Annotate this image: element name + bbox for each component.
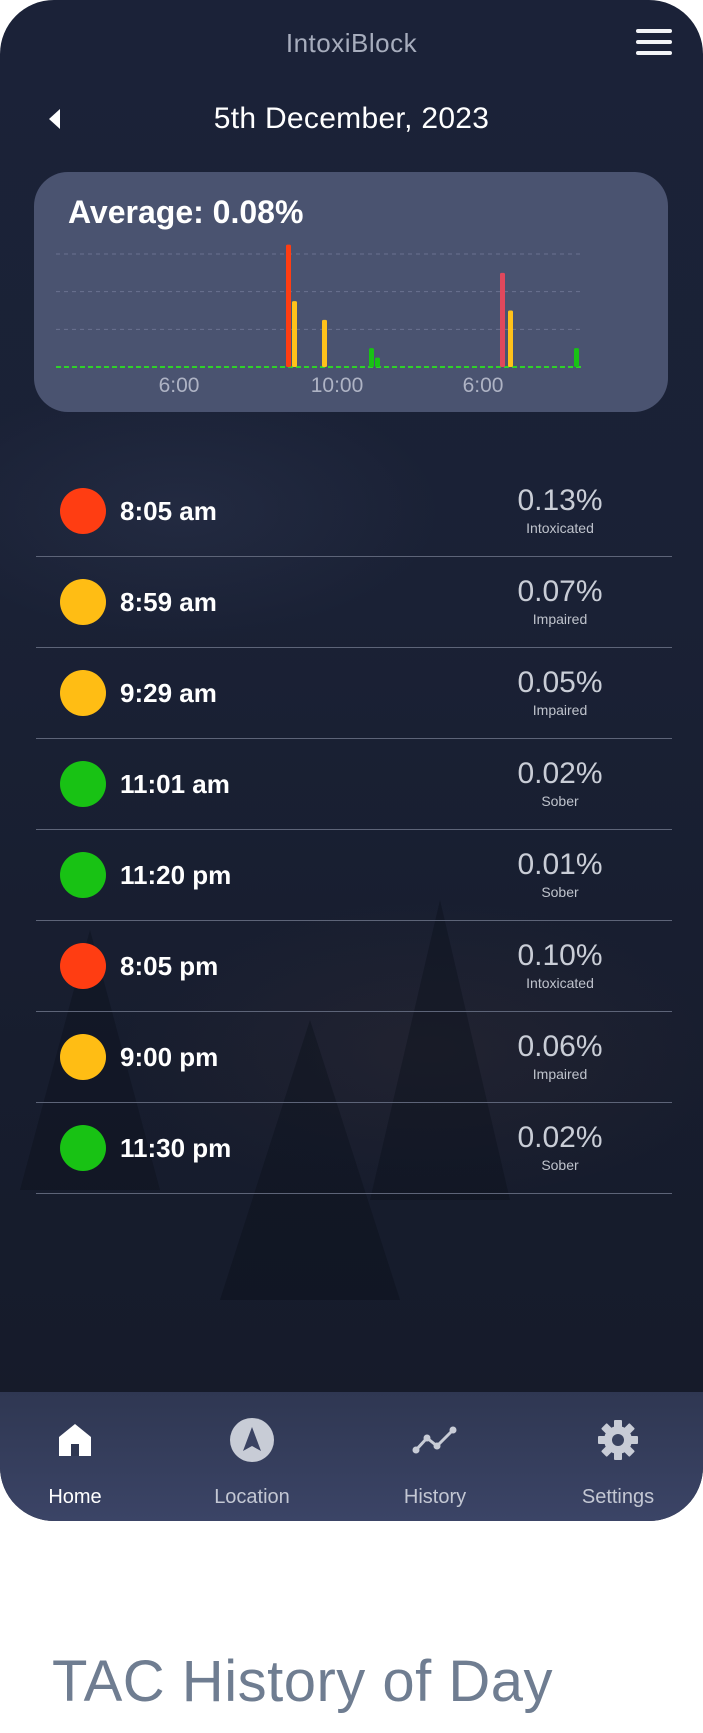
home-icon — [59, 1424, 91, 1456]
reading-row[interactable]: 11:30 pm 0.02% Sober — [36, 1103, 672, 1194]
chart-tick-label: 6:00 — [463, 374, 504, 397]
chart-bar — [375, 357, 380, 367]
menu-icon[interactable] — [636, 29, 672, 55]
nav-history[interactable]: History — [360, 1392, 510, 1521]
status-dot — [60, 1034, 106, 1080]
reading-status: Impaired — [532, 702, 588, 718]
reading-value: 0.13% — [517, 484, 603, 517]
reading-value: 0.10% — [517, 939, 603, 972]
nav-label: History — [403, 1486, 467, 1508]
reading-time: 8:59 am — [120, 587, 217, 617]
reading-row[interactable]: 8:05 pm 0.10% Intoxicated — [36, 921, 672, 1012]
nav-label: Settings — [581, 1486, 655, 1508]
tac-bar-chart: 6:00 10:00 6:00 — [56, 244, 582, 397]
nav-location[interactable]: Location — [177, 1392, 327, 1521]
trend-line-icon — [412, 1426, 457, 1454]
reading-value: 0.05% — [517, 666, 603, 699]
reading-status: Sober — [541, 1157, 579, 1173]
status-dot — [60, 943, 106, 989]
reading-row[interactable]: 11:20 pm 0.01% Sober — [36, 830, 672, 921]
gear-icon — [598, 1420, 638, 1460]
reading-row[interactable]: 8:59 am 0.07% Impaired — [36, 557, 672, 648]
reading-value: 0.02% — [517, 1121, 603, 1154]
reading-value: 0.07% — [517, 575, 603, 608]
chart-tick-label: 10:00 — [311, 374, 364, 397]
reading-time: 9:00 pm — [120, 1042, 219, 1072]
reading-time: 11:20 pm — [120, 860, 232, 890]
chart-bar — [574, 348, 579, 367]
reading-row[interactable]: 11:01 am 0.02% Sober — [36, 739, 672, 830]
reading-status: Sober — [541, 793, 579, 809]
reading-time: 8:05 pm — [120, 951, 219, 981]
reading-status: Impaired — [532, 1066, 588, 1082]
reading-value: 0.06% — [517, 1030, 603, 1063]
reading-value: 0.01% — [517, 848, 603, 881]
chart-bar — [500, 272, 505, 367]
reading-status: Impaired — [532, 611, 588, 627]
reading-time: 11:30 pm — [120, 1133, 232, 1163]
chart-tick-label: 6:00 — [159, 374, 200, 397]
caption-title: TAC History of Day — [52, 1649, 554, 1714]
navigation-icon — [230, 1418, 274, 1462]
chart-bar — [369, 348, 374, 367]
nav-label: Home — [48, 1486, 102, 1508]
status-dot — [60, 1125, 106, 1171]
tac-chart-card: Average: 0.08% 6:00 10:00 6:00 — [34, 172, 668, 412]
phone-screen: IntoxiBlock 5th December, 2023 Average: … — [0, 0, 703, 1521]
reading-row[interactable]: 9:00 pm 0.06% Impaired — [36, 1012, 672, 1103]
reading-status: Sober — [541, 884, 579, 900]
chart-bar — [508, 310, 513, 367]
reading-row[interactable]: 8:05 am 0.13% Intoxicated — [36, 466, 672, 557]
reading-value: 0.02% — [517, 757, 603, 790]
status-dot — [60, 488, 106, 534]
chart-bar — [322, 319, 327, 367]
status-dot — [60, 579, 106, 625]
date-title: 5th December, 2023 — [213, 102, 490, 135]
status-dot — [60, 670, 106, 716]
nav-settings[interactable]: Settings — [543, 1392, 693, 1521]
reading-row[interactable]: 9:29 am 0.05% Impaired — [36, 648, 672, 739]
status-dot — [60, 761, 106, 807]
nav-label: Location — [214, 1486, 290, 1508]
status-dot — [60, 852, 106, 898]
reading-status: Intoxicated — [526, 975, 594, 991]
reading-time: 8:05 am — [120, 496, 217, 526]
reading-time: 9:29 am — [120, 678, 217, 708]
app-title: IntoxiBlock — [285, 28, 418, 58]
nav-home[interactable]: Home — [0, 1392, 150, 1521]
reading-status: Intoxicated — [526, 520, 594, 536]
reading-time: 11:01 am — [120, 769, 230, 799]
chart-bar — [286, 244, 291, 367]
chart-bar — [292, 301, 297, 367]
readings-list: 8:05 am 0.13% Intoxicated 8:59 am 0.07% Impai… — [36, 466, 672, 1194]
bottom-navigation: Home Location History Settings — [0, 1392, 703, 1521]
